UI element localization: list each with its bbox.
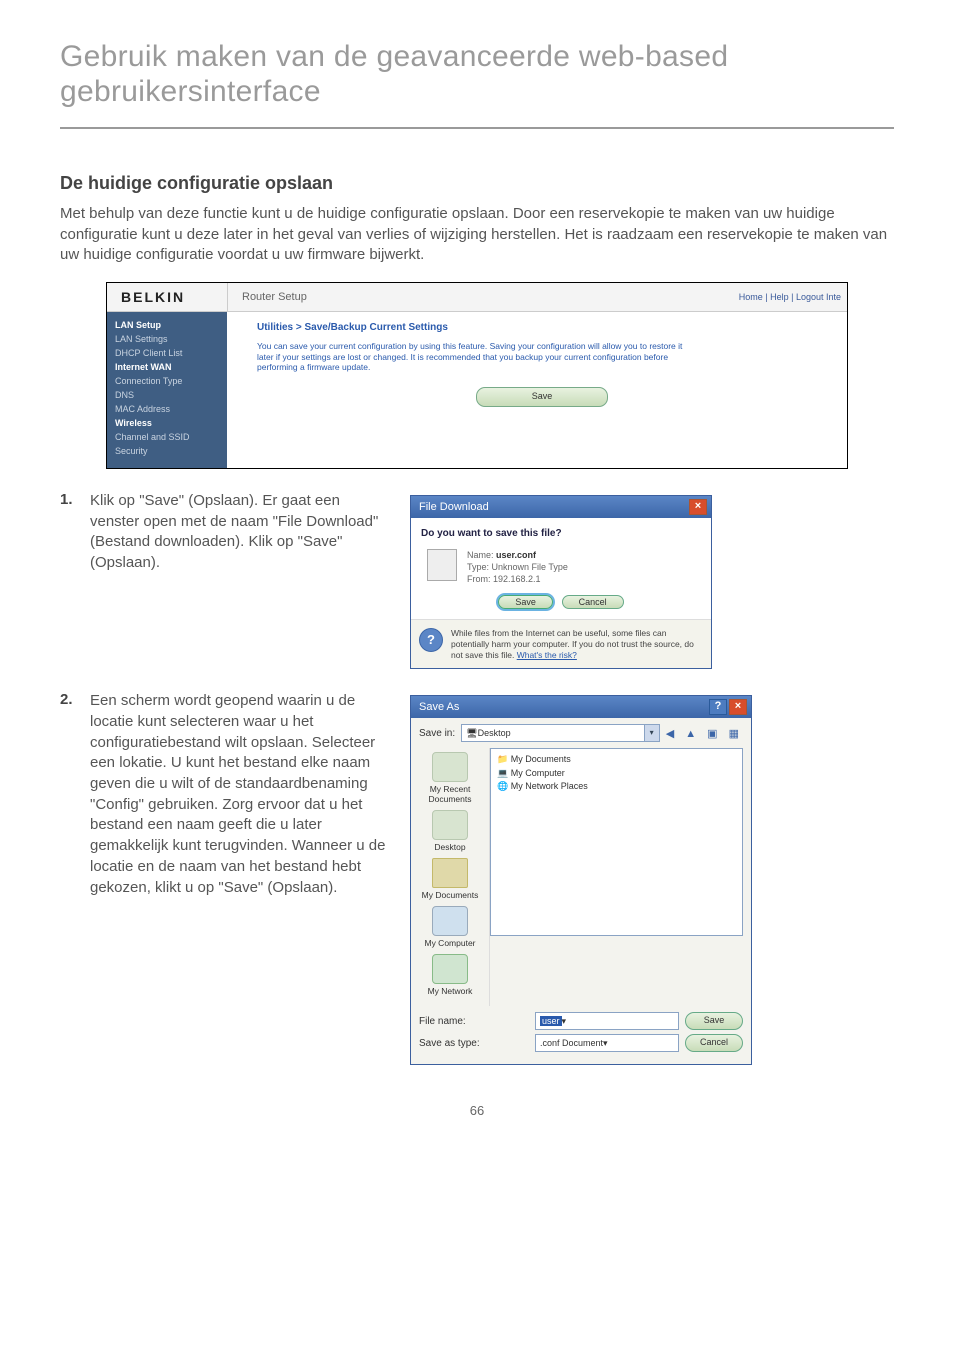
router-breadcrumb: Utilities > Save/Backup Current Settings (257, 322, 827, 333)
whats-the-risk-link[interactable]: What's the risk? (517, 650, 577, 660)
file-icon (427, 549, 457, 581)
sidebar-lan-setup[interactable]: LAN Setup (107, 318, 227, 332)
step-1-text: Klik op "Save" (Opslaan). Er gaat een ve… (90, 491, 390, 669)
sidebar-mac[interactable]: MAC Address (107, 402, 227, 416)
chevron-down-icon[interactable]: ▾ (603, 1038, 608, 1048)
step-1-number: 1. (60, 491, 90, 669)
place-computer[interactable]: My Computer (419, 906, 481, 948)
filename-label: File name: (419, 1016, 529, 1027)
save-as-title: Save As (419, 701, 459, 713)
save-as-type-combo[interactable]: .conf Document▾ (535, 1034, 679, 1052)
close-icon[interactable]: × (689, 499, 707, 515)
save-in-label: Save in: (419, 728, 455, 739)
chevron-down-icon[interactable]: ▾ (562, 1016, 567, 1026)
sidebar-dns[interactable]: DNS (107, 388, 227, 402)
chevron-down-icon[interactable]: ▾ (644, 725, 659, 741)
help-icon[interactable]: ? (709, 699, 727, 715)
page-number: 66 (60, 1103, 894, 1118)
save-as-type-label: Save as type: (419, 1038, 529, 1049)
section-heading: De huidige configuratie opslaan (60, 173, 894, 194)
download-metadata: Name: user.conf Type: Unknown File Type … (467, 549, 568, 585)
save-button[interactable]: Save (685, 1012, 743, 1030)
router-screenshot: BELKIN Router Setup Home | Help | Logout… (106, 282, 848, 469)
router-setup-title: Router Setup (228, 291, 739, 303)
file-download-dialog: File Download × Do you want to save this… (410, 495, 712, 669)
place-documents[interactable]: My Documents (419, 858, 481, 900)
sidebar-channel-ssid[interactable]: Channel and SSID (107, 430, 227, 444)
router-header-links[interactable]: Home | Help | Logout Inte (739, 292, 847, 302)
page-title: Gebruik maken van de geavanceerde web-ba… (60, 40, 894, 109)
save-in-combo[interactable]: 🖥 Desktop ▾ (461, 724, 660, 742)
sidebar-lan-settings[interactable]: LAN Settings (107, 332, 227, 346)
place-network[interactable]: My Network (419, 954, 481, 996)
cancel-button[interactable]: Cancel (685, 1034, 743, 1052)
sidebar-dhcp[interactable]: DHCP Client List (107, 346, 227, 360)
places-bar: My Recent Documents Desktop My Documents… (411, 748, 490, 1006)
file-download-title: File Download (419, 501, 489, 513)
list-item[interactable]: 📁 My Documents (497, 753, 736, 767)
sidebar-security[interactable]: Security (107, 444, 227, 458)
router-sidebar: LAN Setup LAN Settings DHCP Client List … (107, 312, 227, 468)
place-recent[interactable]: My Recent Documents (419, 752, 481, 804)
list-item[interactable]: 🌐 My Network Places (497, 780, 736, 794)
download-warning: While files from the Internet can be use… (451, 628, 703, 660)
router-description: You can save your current configuration … (257, 341, 687, 373)
file-listing[interactable]: 📁 My Documents 💻 My Computer 🌐 My Networ… (490, 748, 743, 936)
list-item[interactable]: 💻 My Computer (497, 767, 736, 781)
desktop-icon: 🖥 (466, 728, 477, 739)
save-as-dialog: Save As ? × Save in: 🖥 Desktop ▾ ◀ ▲ ▣ ▦… (410, 695, 752, 1065)
nav-icons[interactable]: ◀ ▲ ▣ ▦ (666, 727, 743, 740)
place-desktop[interactable]: Desktop (419, 810, 481, 852)
filename-input[interactable]: user▾ (535, 1012, 679, 1030)
step-2-number: 2. (60, 691, 90, 1065)
download-question: Do you want to save this file? (421, 528, 701, 539)
download-save-button[interactable]: Save (498, 595, 553, 609)
warning-icon: ? (419, 628, 443, 652)
download-cancel-button[interactable]: Cancel (562, 595, 624, 609)
sidebar-conn-type[interactable]: Connection Type (107, 374, 227, 388)
step-2-text: Een scherm wordt geopend waarin u de loc… (90, 691, 390, 1065)
router-save-button[interactable]: Save (476, 387, 608, 407)
close-icon[interactable]: × (729, 699, 747, 715)
sidebar-wireless[interactable]: Wireless (107, 416, 227, 430)
belkin-logo: BELKIN (107, 283, 228, 311)
sidebar-internet-wan[interactable]: Internet WAN (107, 360, 227, 374)
intro-paragraph: Met behulp van deze functie kunt u de hu… (60, 204, 894, 266)
